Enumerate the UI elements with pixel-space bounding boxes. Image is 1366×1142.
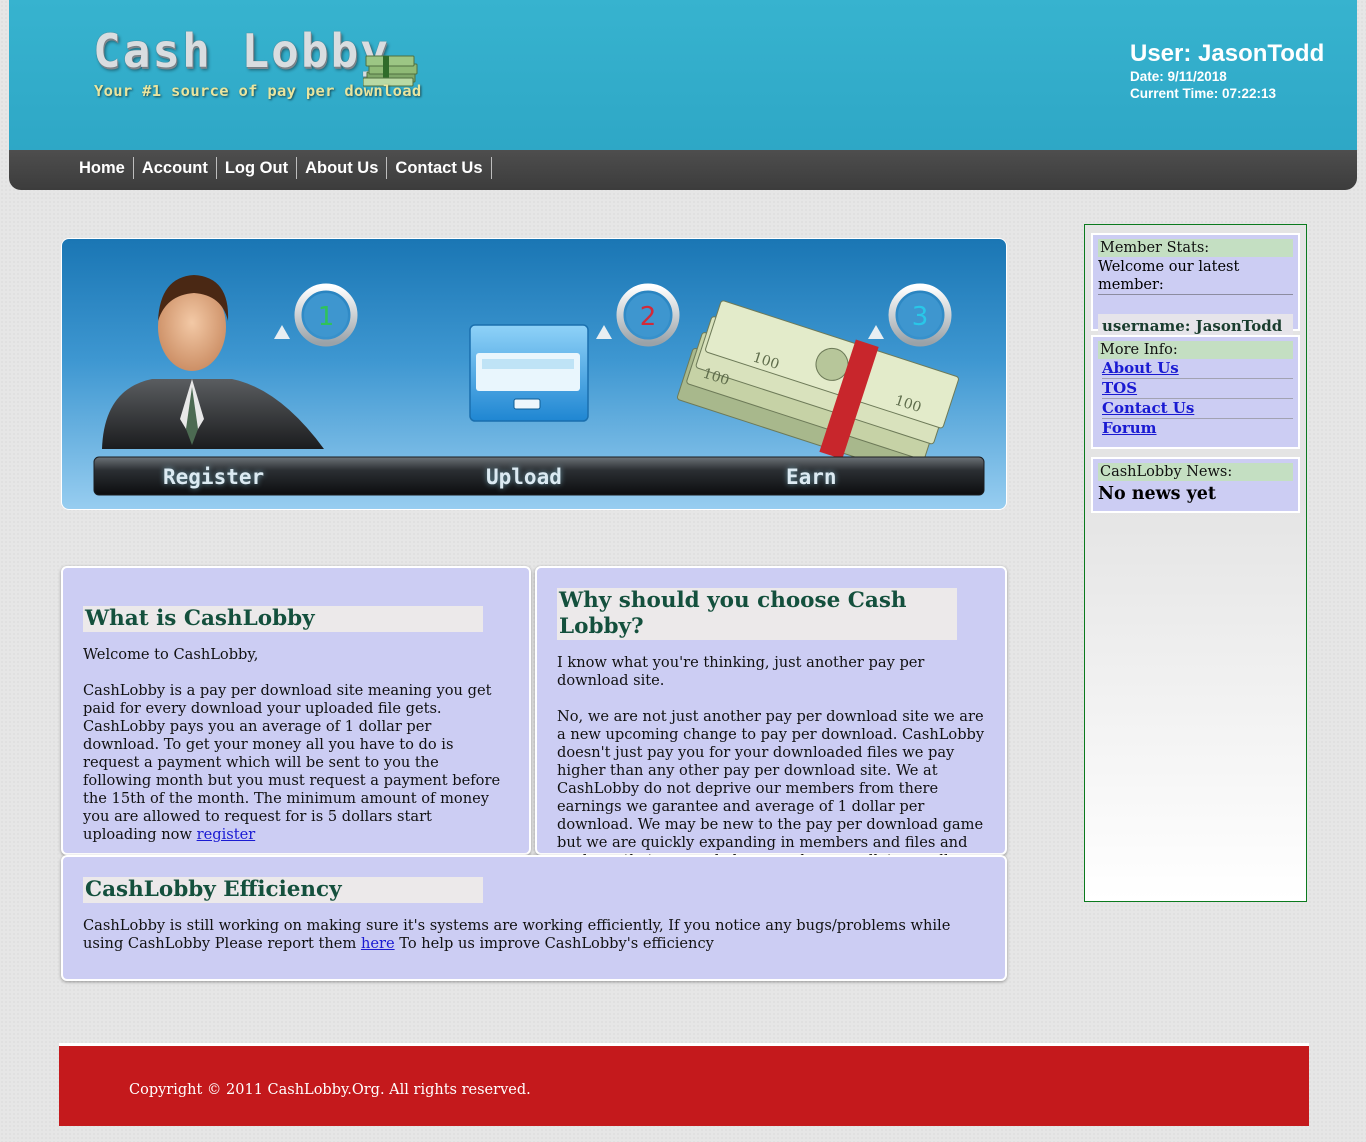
step-earn-label: Earn	[786, 465, 837, 489]
report-here-link[interactable]: here	[361, 935, 395, 952]
sidebar-link-about-us[interactable]: About Us	[1102, 359, 1293, 379]
nav-account[interactable]: Account	[134, 157, 217, 179]
what-is-body: CashLobby is a pay per download site mea…	[83, 682, 501, 843]
site-header: Cash Lobby Your #1 source of pay per dow…	[9, 0, 1357, 150]
more-info-box: More Info: About Us TOS Contact Us Forum	[1091, 335, 1300, 449]
copyright-text: Copyright © 2011 CashLobby.Org. All righ…	[129, 1082, 531, 1098]
site-logo[interactable]: Cash Lobby Your #1 source of pay per dow…	[93, 24, 433, 114]
user-info: User: JasonTodd Date: 9/11/2018 Current …	[1130, 40, 1324, 102]
main-nav: Home Account Log Out About Us Contact Us	[9, 150, 1357, 190]
why-choose-panel: Why should you choose Cash Lobby? I know…	[535, 566, 1007, 887]
sidebar-link-contact-us[interactable]: Contact Us	[1102, 399, 1293, 419]
step-upload-label: Upload	[486, 465, 562, 489]
step-register-label: Register	[163, 465, 265, 489]
sidebar-link-forum[interactable]: Forum	[1102, 419, 1293, 438]
sidebar: Member Stats: Welcome our latest member:…	[1084, 224, 1307, 902]
how-it-works-banner: 100 100 100 1 2 3 Register Upload Earn	[61, 238, 1007, 510]
efficiency-panel: CashLobby Efficiency CashLobby is still …	[61, 855, 1007, 981]
step-2-number: 2	[640, 302, 657, 332]
what-is-title: What is CashLobby	[83, 606, 483, 632]
register-link[interactable]: register	[197, 826, 256, 843]
why-choose-intro: I know what you're thinking, just anothe…	[557, 654, 925, 689]
efficiency-title: CashLobby Efficiency	[83, 877, 483, 903]
more-info-heading: More Info:	[1098, 341, 1293, 359]
member-stats-box: Member Stats: Welcome our latest member:…	[1091, 233, 1300, 338]
time-label: Current Time: 07:22:13	[1130, 86, 1277, 101]
nav-logout[interactable]: Log Out	[217, 157, 298, 179]
sidebar-link-tos[interactable]: TOS	[1102, 379, 1293, 399]
nav-home[interactable]: Home	[71, 157, 134, 179]
efficiency-body: CashLobby is still working on making sur…	[83, 917, 951, 952]
site-footer: Copyright © 2011 CashLobby.Org. All righ…	[59, 1043, 1309, 1126]
news-heading: CashLobby News:	[1098, 463, 1293, 481]
member-welcome-text: Welcome our latest member:	[1098, 258, 1293, 295]
news-text: No news yet	[1098, 484, 1217, 504]
nav-contact-us[interactable]: Contact Us	[387, 157, 492, 179]
member-stats-heading: Member Stats:	[1098, 239, 1293, 257]
step-1-number: 1	[318, 302, 335, 332]
step-3-badge-icon	[868, 283, 952, 347]
username-label: User: JasonTodd	[1130, 40, 1325, 67]
nav-about-us[interactable]: About Us	[297, 157, 388, 179]
step-3-number: 3	[912, 302, 929, 332]
why-choose-title: Why should you choose Cash Lobby?	[557, 588, 957, 640]
logo-title: Cash Lobby	[93, 24, 390, 78]
file-cabinet-icon	[469, 324, 589, 422]
step-2-badge-icon	[596, 283, 680, 347]
logo-tagline: Your #1 source of pay per download	[94, 82, 422, 100]
news-box: CashLobby News: No news yet	[1091, 457, 1300, 513]
step-1-badge-icon	[274, 283, 358, 347]
date-label: Date: 9/11/2018	[1130, 69, 1227, 84]
what-is-panel: What is CashLobby Welcome to CashLobby, …	[61, 566, 531, 855]
what-is-greeting: Welcome to CashLobby,	[83, 646, 259, 663]
businessman-icon	[102, 275, 324, 449]
